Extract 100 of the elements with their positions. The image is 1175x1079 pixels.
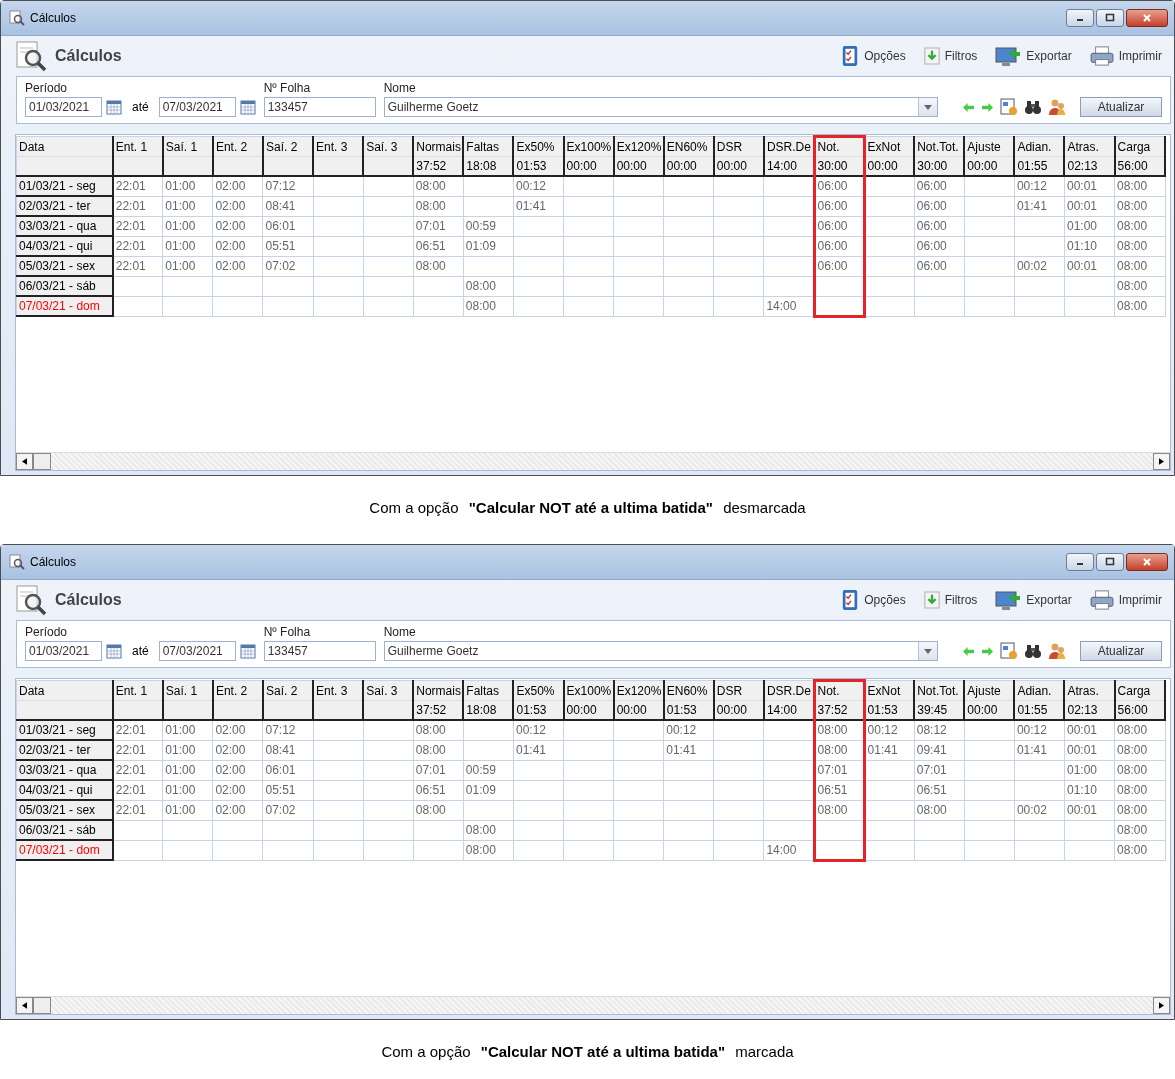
scroll-left-button[interactable] bbox=[16, 997, 33, 1014]
report-icon[interactable] bbox=[1000, 642, 1018, 660]
minimize-button[interactable] bbox=[1066, 553, 1094, 571]
column-header[interactable]: Ex100% bbox=[563, 136, 614, 157]
column-header[interactable]: Ent. 1 bbox=[112, 136, 163, 157]
scrollbar-thumb[interactable] bbox=[33, 997, 51, 1014]
column-header[interactable]: Ajuste bbox=[964, 136, 1015, 157]
column-header[interactable]: EN60% bbox=[663, 680, 714, 701]
print-button[interactable]: Imprimir bbox=[1087, 589, 1164, 611]
column-header[interactable]: Not. bbox=[814, 680, 865, 701]
date-field[interactable]: 07/03/2021 bbox=[158, 97, 236, 117]
column-header[interactable]: Ent. 1 bbox=[112, 680, 163, 701]
column-header[interactable]: DSR.De bbox=[763, 136, 814, 157]
column-header[interactable]: Normais bbox=[413, 136, 464, 157]
name-dropdown[interactable]: Guilherme Goetz bbox=[383, 97, 938, 117]
export-button[interactable]: Exportar bbox=[993, 589, 1074, 611]
window-title: Cálculos bbox=[30, 11, 77, 25]
column-header[interactable]: Data bbox=[16, 680, 113, 701]
column-header[interactable]: Atras. bbox=[1064, 136, 1115, 157]
column-header[interactable]: Saí. 1 bbox=[162, 680, 213, 701]
maximize-button[interactable] bbox=[1096, 9, 1124, 27]
refresh-button[interactable]: Atualizar bbox=[1080, 97, 1162, 117]
column-header[interactable]: Saí. 1 bbox=[162, 136, 213, 157]
scroll-left-button[interactable] bbox=[16, 453, 33, 470]
scroll-right-button[interactable] bbox=[1153, 997, 1170, 1014]
column-header[interactable]: Ajuste bbox=[964, 680, 1015, 701]
date-field[interactable]: 01/03/2021 bbox=[25, 97, 102, 117]
column-header[interactable]: Ent. 2 bbox=[212, 680, 263, 701]
close-button[interactable] bbox=[1126, 9, 1168, 27]
table-cell: 06:00 bbox=[814, 216, 865, 236]
column-header[interactable]: Saí. 3 bbox=[363, 680, 414, 701]
calendar-icon[interactable] bbox=[106, 99, 122, 115]
filters-button[interactable]: Filtros bbox=[921, 45, 980, 67]
field-label: Nº Folha bbox=[263, 81, 312, 95]
sheet-number-field[interactable]: 133457 bbox=[263, 641, 376, 661]
filters-button[interactable]: Filtros bbox=[921, 589, 980, 611]
table-cell: 08:00 bbox=[814, 800, 865, 820]
print-button[interactable]: Imprimir bbox=[1087, 45, 1164, 67]
table-cell: 06:51 bbox=[814, 780, 865, 800]
column-header[interactable]: Normais bbox=[413, 680, 464, 701]
column-header[interactable]: ExNot bbox=[864, 680, 915, 701]
options-button[interactable]: Opções bbox=[839, 589, 908, 611]
column-header[interactable]: Ex50% bbox=[513, 136, 564, 157]
binoculars-icon[interactable] bbox=[1024, 642, 1042, 660]
minimize-button[interactable] bbox=[1066, 9, 1094, 27]
column-header[interactable]: Not. bbox=[814, 136, 865, 157]
report-icon[interactable] bbox=[1000, 98, 1018, 116]
horizontal-scrollbar[interactable] bbox=[16, 452, 1170, 470]
calendar-icon[interactable] bbox=[106, 643, 122, 659]
row-header: 03/03/21 - qua bbox=[16, 760, 113, 780]
column-header[interactable]: Ent. 3 bbox=[313, 136, 364, 157]
column-header[interactable]: Data bbox=[16, 136, 113, 157]
table-cell: 06:00 bbox=[814, 236, 865, 256]
date-field[interactable]: 01/03/2021 bbox=[25, 641, 102, 661]
column-header[interactable]: DSR bbox=[713, 136, 764, 157]
column-header[interactable]: EN60% bbox=[663, 136, 714, 157]
row-header: 06/03/21 - sáb bbox=[16, 820, 113, 840]
magnifier-icon bbox=[9, 554, 25, 570]
refresh-button[interactable]: Atualizar bbox=[1080, 641, 1162, 661]
field-label: Período bbox=[25, 81, 69, 95]
row-header: 02/03/21 - ter bbox=[16, 196, 113, 216]
triangle-left-icon bbox=[22, 458, 27, 465]
users-icon[interactable] bbox=[1048, 98, 1066, 116]
scroll-right-button[interactable] bbox=[1153, 453, 1170, 470]
sheet-number-field[interactable]: 133457 bbox=[263, 97, 376, 117]
users-icon[interactable] bbox=[1048, 642, 1066, 660]
name-dropdown[interactable]: Guilherme Goetz bbox=[383, 641, 938, 661]
column-header[interactable]: Saí. 2 bbox=[263, 136, 314, 157]
column-header[interactable]: Saí. 2 bbox=[263, 680, 314, 701]
column-header[interactable]: Ex50% bbox=[513, 680, 564, 701]
horizontal-scrollbar[interactable] bbox=[16, 996, 1170, 1014]
column-header[interactable]: Faltas bbox=[463, 136, 514, 157]
options-button[interactable]: Opções bbox=[839, 45, 908, 67]
column-header[interactable]: Saí. 3 bbox=[363, 136, 414, 157]
scrollbar-thumb[interactable] bbox=[33, 453, 51, 470]
maximize-button[interactable] bbox=[1096, 553, 1124, 571]
row-header: 03/03/21 - qua bbox=[16, 216, 113, 236]
column-header[interactable]: Ex120% bbox=[613, 680, 664, 701]
column-header[interactable]: Ent. 2 bbox=[212, 136, 263, 157]
column-header[interactable]: Adian. bbox=[1014, 680, 1065, 701]
date-field[interactable]: 07/03/2021 bbox=[158, 641, 236, 661]
column-header[interactable]: Not.Tot. bbox=[914, 136, 965, 157]
column-header[interactable]: Not.Tot. bbox=[914, 680, 965, 701]
column-header[interactable]: Ex120% bbox=[613, 136, 664, 157]
column-header[interactable]: Faltas bbox=[463, 680, 514, 701]
row-header: 01/03/21 - seg bbox=[16, 176, 113, 196]
column-header[interactable]: Carga bbox=[1114, 680, 1165, 701]
column-header[interactable]: Carga bbox=[1114, 136, 1165, 157]
column-header[interactable]: DSR.De bbox=[763, 680, 814, 701]
column-header[interactable]: ExNot bbox=[864, 136, 915, 157]
binoculars-icon[interactable] bbox=[1024, 98, 1042, 116]
calendar-icon[interactable] bbox=[239, 99, 256, 115]
column-header[interactable]: Ex100% bbox=[563, 680, 614, 701]
column-header[interactable]: Adian. bbox=[1014, 136, 1065, 157]
calendar-icon[interactable] bbox=[239, 643, 256, 659]
column-header[interactable]: Atras. bbox=[1064, 680, 1115, 701]
column-header[interactable]: Ent. 3 bbox=[313, 680, 364, 701]
column-header[interactable]: DSR bbox=[713, 680, 764, 701]
close-button[interactable] bbox=[1126, 553, 1168, 571]
export-button[interactable]: Exportar bbox=[993, 45, 1074, 67]
